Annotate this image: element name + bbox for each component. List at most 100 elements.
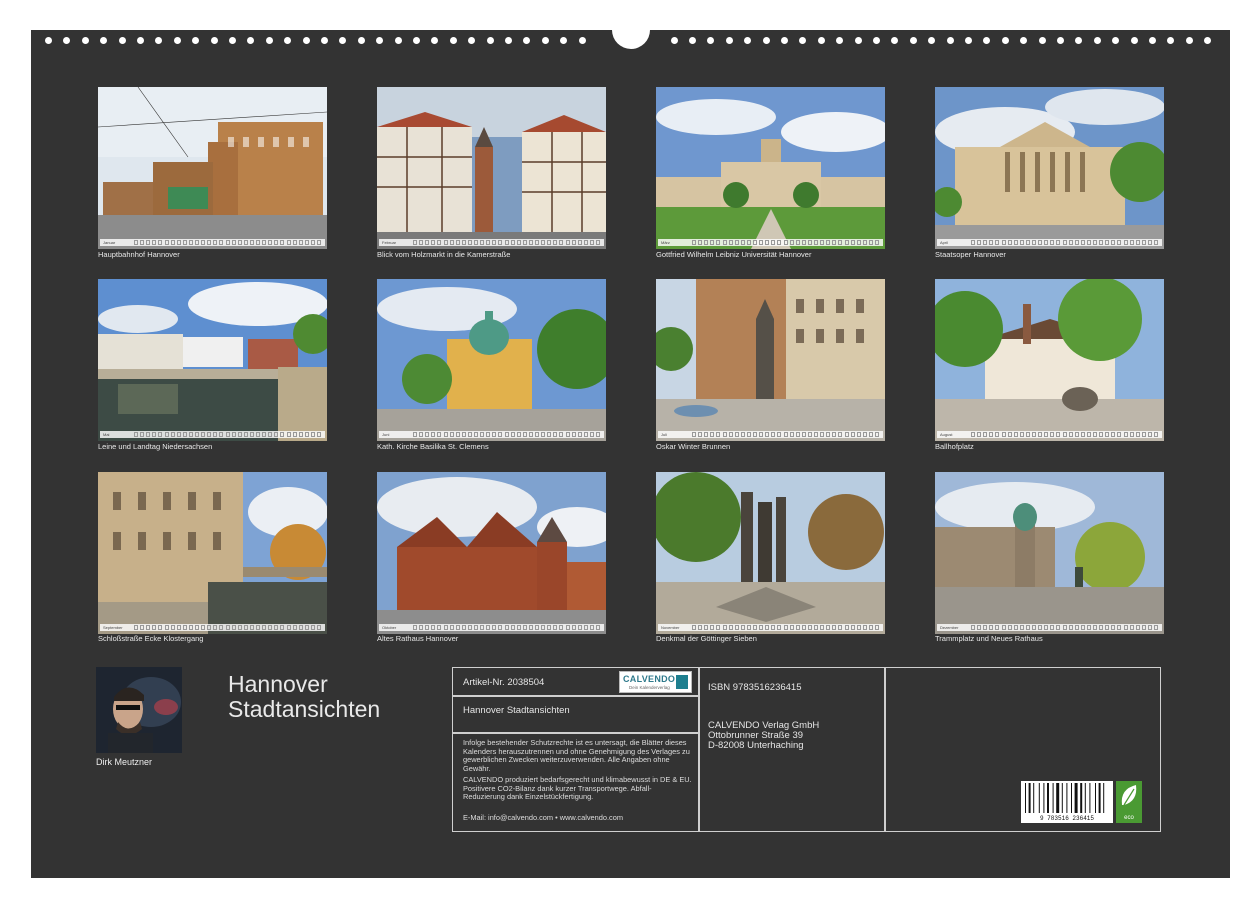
calvendo-logo-text: CALVENDO xyxy=(623,674,676,684)
day-cell xyxy=(140,625,145,630)
barcode-bar xyxy=(1066,783,1068,813)
day-cell xyxy=(777,432,782,437)
month-name: Oktober xyxy=(382,625,397,630)
day-cell xyxy=(541,240,546,245)
day-cell xyxy=(1141,625,1146,630)
binding-hole xyxy=(100,37,108,44)
day-cell xyxy=(170,432,175,437)
photo-leibniz-universitaet xyxy=(656,87,885,249)
day-cell xyxy=(455,240,460,245)
day-cell xyxy=(1074,625,1079,630)
day-cell xyxy=(1062,432,1067,437)
day-cell xyxy=(182,432,187,437)
caption-november: Denkmal der Göttinger Sieben xyxy=(656,634,757,643)
day-cell xyxy=(753,432,757,437)
barcode-bar xyxy=(1043,783,1045,813)
binding-hole xyxy=(725,37,733,44)
day-cell xyxy=(298,432,303,437)
day-cell xyxy=(207,432,212,437)
day-cell xyxy=(298,625,303,630)
day-cell xyxy=(771,432,776,437)
binding-hole xyxy=(357,37,365,44)
day-cell xyxy=(1062,240,1067,245)
day-cell xyxy=(152,240,157,245)
day-cell xyxy=(437,625,442,630)
day-cell xyxy=(170,625,175,630)
binding-hole xyxy=(302,37,310,44)
binding-hole xyxy=(137,37,144,44)
day-cell xyxy=(728,625,733,630)
day-cell xyxy=(486,240,491,245)
day-cell xyxy=(1141,240,1146,245)
day-cell xyxy=(188,240,193,245)
barcode-bar xyxy=(1038,783,1040,813)
day-cell xyxy=(504,625,509,630)
day-cell xyxy=(231,240,236,245)
day-cell xyxy=(1099,240,1104,245)
day-cell xyxy=(280,240,285,245)
day-cell xyxy=(814,432,818,437)
day-cell xyxy=(504,240,509,245)
binding-hole xyxy=(284,37,292,44)
binding-hole xyxy=(928,37,936,44)
day-cell xyxy=(807,240,812,245)
binding-hole xyxy=(965,37,972,44)
day-cell xyxy=(219,432,224,437)
day-cell xyxy=(844,625,849,630)
day-cell xyxy=(449,432,454,437)
day-cell xyxy=(783,625,788,630)
day-cell xyxy=(777,625,782,630)
day-cell xyxy=(971,432,975,437)
day-cell xyxy=(577,432,582,437)
leaf-icon xyxy=(1121,785,1137,806)
day-cell xyxy=(698,240,703,245)
day-cell xyxy=(140,240,145,245)
caption-march: Gottfried Wilhelm Leibniz Universität Ha… xyxy=(656,250,812,259)
day-cell xyxy=(256,240,260,245)
day-cell xyxy=(146,240,151,245)
day-cell xyxy=(1111,625,1116,630)
day-cell xyxy=(528,625,533,630)
day-cell xyxy=(1086,240,1091,245)
day-cell xyxy=(1111,240,1116,245)
barcode-bar xyxy=(1095,783,1096,813)
day-cell xyxy=(1105,432,1110,437)
day-cell xyxy=(1080,625,1085,630)
eco-badge: eco xyxy=(1116,781,1142,823)
author-portrait xyxy=(96,667,182,753)
day-cell xyxy=(170,240,175,245)
day-cell xyxy=(777,240,782,245)
month-calendar-strip: Januar xyxy=(100,239,325,246)
day-cell xyxy=(753,625,757,630)
day-cell xyxy=(856,240,861,245)
binding-hole xyxy=(836,37,844,44)
day-cell xyxy=(1032,240,1036,245)
day-cell xyxy=(571,625,576,630)
day-cell xyxy=(310,240,315,245)
day-cell xyxy=(225,240,230,245)
day-cell xyxy=(1007,240,1012,245)
month-thumbnail-october: Oktober xyxy=(377,472,606,634)
day-cell xyxy=(983,432,988,437)
day-cell xyxy=(486,625,491,630)
day-cell xyxy=(692,240,696,245)
barcode-bar xyxy=(1098,783,1101,813)
day-cell xyxy=(1032,432,1036,437)
day-cell xyxy=(164,240,169,245)
day-cell xyxy=(862,432,867,437)
day-cell xyxy=(286,432,291,437)
day-cell xyxy=(467,240,472,245)
caption-october: Altes Rathaus Hannover xyxy=(377,634,459,643)
day-cell xyxy=(1111,432,1116,437)
day-cell xyxy=(850,240,855,245)
binding-hole xyxy=(578,37,586,44)
day-cell xyxy=(231,432,236,437)
binding-hole xyxy=(891,37,899,44)
binding-hole xyxy=(744,37,752,44)
day-cell xyxy=(480,432,485,437)
day-cell xyxy=(995,432,1000,437)
calvendo-leaf-icon xyxy=(676,675,688,689)
day-cell xyxy=(1001,240,1006,245)
day-cell xyxy=(510,240,515,245)
day-cell xyxy=(1038,625,1043,630)
